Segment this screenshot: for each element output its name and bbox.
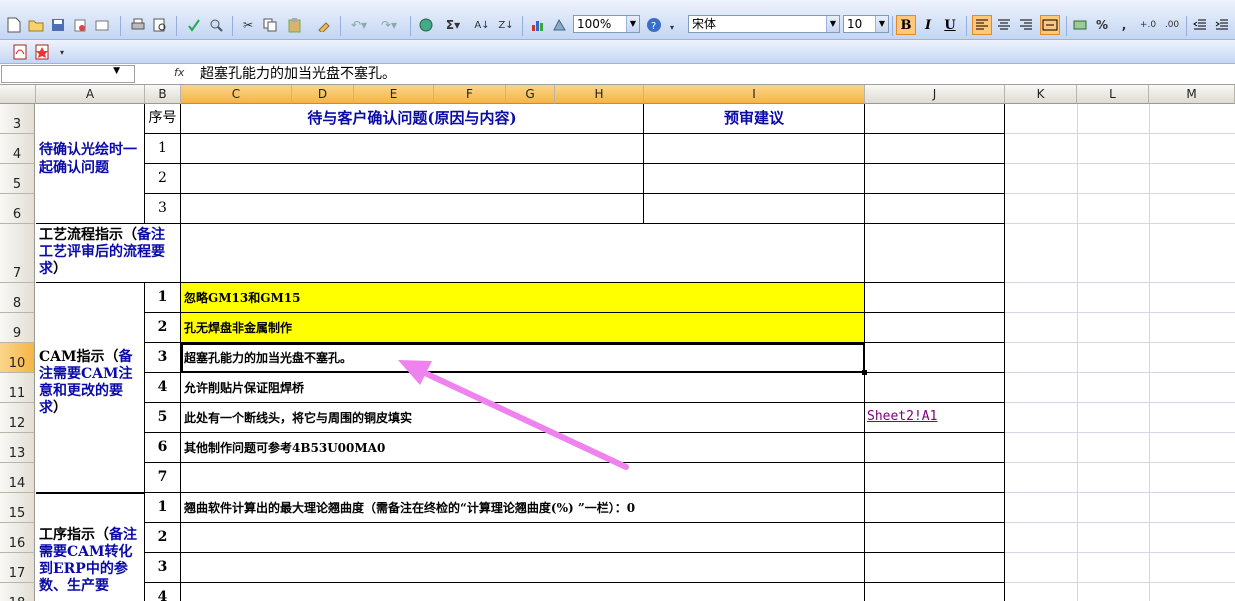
increase-decimal-icon[interactable]: +.0: [1138, 15, 1158, 35]
chevron-down-icon[interactable]: ▼: [875, 16, 888, 32]
name-box[interactable]: ▼: [1, 65, 135, 83]
align-left-icon[interactable]: [972, 15, 992, 35]
comma-button[interactable]: ,: [1116, 15, 1132, 35]
format-painter-icon[interactable]: [314, 15, 334, 35]
zoom-select[interactable]: 100% ▼: [573, 15, 640, 33]
permission-icon[interactable]: [70, 15, 90, 35]
italic-button[interactable]: I: [918, 15, 938, 35]
pdf-email-icon[interactable]: [32, 42, 52, 62]
autosum-label: Σ: [445, 18, 455, 32]
print-icon[interactable]: [128, 15, 148, 35]
spreadsheet-grid: A B C D E F G H I J K L M 3 4 5 6 7 8 9 …: [0, 85, 1235, 601]
align-right-icon[interactable]: [1016, 15, 1036, 35]
spelling-icon[interactable]: [184, 15, 204, 35]
help-icon[interactable]: ?: [644, 15, 664, 35]
copy-icon[interactable]: [260, 15, 280, 35]
research-icon[interactable]: [206, 15, 226, 35]
font-size-value: 10: [847, 17, 863, 31]
paste-icon[interactable]: [282, 15, 308, 35]
font-size-select[interactable]: 10 ▼: [843, 15, 889, 33]
percent-button[interactable]: %: [1092, 15, 1112, 35]
standard-toolbar: ✂ ↶▾ ↷▾ Σ ▾ A↓ Z↓ 100% ▼ ? ▾ 宋体 ▼ 10 ▼ B …: [0, 0, 1235, 40]
toolbar-options-icon[interactable]: ▾: [56, 42, 68, 62]
formula-content[interactable]: 超塞孔能力的加当光盘不塞孔。: [200, 65, 396, 83]
bold-button[interactable]: B: [896, 15, 916, 35]
decrease-decimal-icon[interactable]: .00: [1162, 15, 1182, 35]
currency-icon[interactable]: [1070, 15, 1090, 35]
merge-center-icon[interactable]: [1040, 15, 1060, 35]
cut-icon[interactable]: ✂: [238, 15, 258, 35]
font-name-select[interactable]: 宋体 ▼: [688, 15, 840, 33]
hyperlink-icon[interactable]: [416, 15, 436, 35]
sort-descending-icon[interactable]: Z↓: [496, 15, 516, 35]
drawing-icon[interactable]: [550, 15, 570, 35]
svg-text:?: ?: [651, 21, 656, 32]
chevron-down-icon[interactable]: ▼: [826, 16, 839, 32]
decrease-indent-icon[interactable]: [1190, 15, 1210, 35]
zoom-value: 100%: [577, 17, 612, 31]
underline-button[interactable]: U: [940, 15, 960, 35]
annotation-arrow-icon: [398, 360, 629, 470]
sort-ascending-icon[interactable]: A↓: [472, 15, 492, 35]
align-center-icon[interactable]: [994, 15, 1014, 35]
print-preview-icon[interactable]: [150, 15, 170, 35]
pdf-toolbar: ▾: [0, 40, 1235, 64]
fx-icon[interactable]: fx: [174, 66, 184, 79]
redo-icon[interactable]: ↷▾: [376, 15, 402, 35]
new-document-icon[interactable]: [4, 15, 24, 35]
open-folder-icon[interactable]: [26, 15, 46, 35]
pdf-convert-icon[interactable]: [10, 42, 30, 62]
email-icon[interactable]: [92, 15, 112, 35]
undo-icon[interactable]: ↶▾: [346, 15, 372, 35]
toolbar-options-icon[interactable]: ▾: [666, 15, 678, 39]
font-name-value: 宋体: [692, 17, 717, 31]
chevron-down-icon[interactable]: ▼: [626, 16, 639, 32]
increase-indent-icon[interactable]: [1212, 15, 1232, 35]
autosum-icon[interactable]: Σ ▾: [440, 15, 466, 35]
formula-bar: ▼ fx 超塞孔能力的加当光盘不塞孔。: [0, 64, 1235, 85]
save-icon[interactable]: [48, 15, 68, 35]
chart-wizard-icon[interactable]: [528, 15, 548, 35]
chevron-down-icon[interactable]: ▼: [113, 66, 120, 76]
